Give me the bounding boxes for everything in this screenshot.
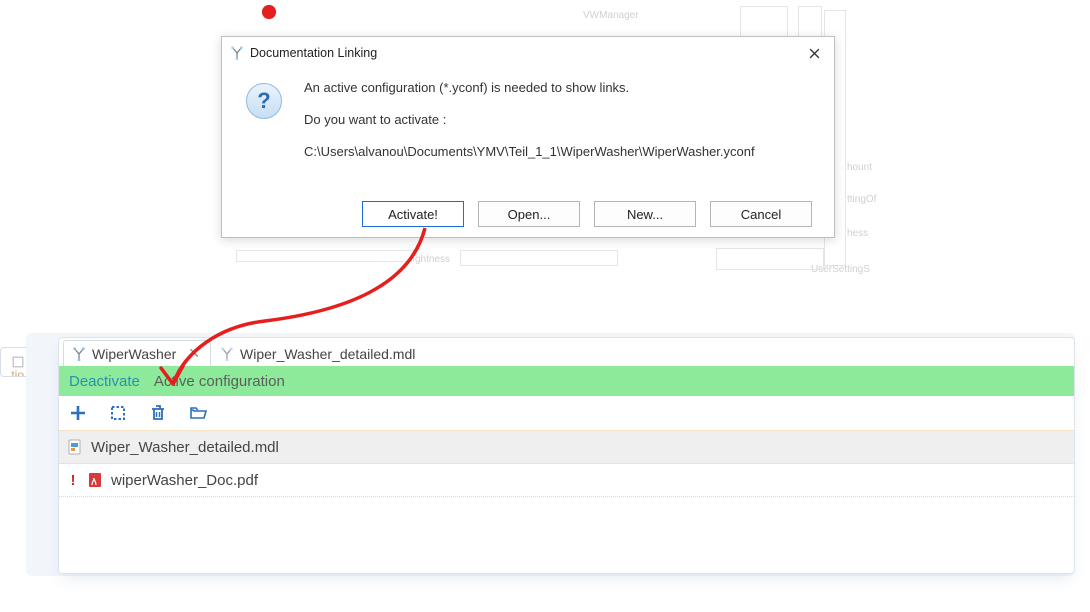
bg-fragment: hount [844, 160, 875, 175]
add-button[interactable] [69, 404, 87, 422]
active-configuration-label: Active configuration [154, 373, 285, 390]
tab-label: Wiper_Washer_detailed.mdl [240, 346, 415, 362]
bg-fragment [236, 250, 414, 262]
dialog-app-icon [230, 46, 244, 60]
editor-tabbar: WiperWasher ✕ Wiper_Washer_detailed.mdl [59, 338, 1074, 366]
file-name: wiperWasher_Doc.pdf [111, 472, 258, 489]
tab-close-button[interactable]: ✕ [186, 345, 202, 362]
cancel-button[interactable]: Cancel [710, 201, 812, 227]
warning-icon: ! [67, 472, 79, 489]
tab-wiperwasher[interactable]: WiperWasher ✕ [63, 340, 211, 366]
question-icon: ? [246, 83, 282, 119]
deactivate-link[interactable]: Deactivate [69, 373, 140, 390]
file-list: Wiper_Washer_detailed.mdl ! wiperWasher_… [59, 430, 1074, 573]
editor-panel-backdrop: WiperWasher ✕ Wiper_Washer_detailed.mdl … [26, 333, 1075, 576]
side-tab-fragment-text: tio [11, 368, 24, 377]
bg-fragment: ttingOf [844, 192, 879, 207]
tab-detailed-mdl[interactable]: Wiper_Washer_detailed.mdl [211, 341, 424, 366]
editor-panel: WiperWasher ✕ Wiper_Washer_detailed.mdl … [58, 337, 1075, 574]
side-tab-fragment: tio [0, 347, 26, 377]
delete-button[interactable] [149, 404, 167, 422]
file-row-pdf[interactable]: ! wiperWasher_Doc.pdf [59, 464, 1074, 497]
editor-toolbar [59, 396, 1074, 430]
pdf-file-icon [87, 472, 103, 488]
yconf-icon [72, 347, 86, 361]
dialog-title-bar: Documentation Linking [222, 37, 834, 65]
file-row-mdl[interactable]: Wiper_Washer_detailed.mdl [59, 431, 1074, 464]
bg-fragment [716, 248, 824, 270]
bg-fragment: ghtness [412, 252, 453, 267]
dialog-close-button[interactable] [800, 42, 828, 64]
select-all-button[interactable] [109, 404, 127, 422]
dialog-message-line: An active configuration (*.yconf) is nee… [304, 79, 755, 97]
dialog-message-line: Do you want to activate : [304, 111, 755, 129]
dialog-title: Documentation Linking [250, 46, 800, 60]
open-folder-button[interactable] [189, 404, 207, 422]
bg-fragment: VWManager [580, 8, 642, 23]
yconf-icon [220, 347, 234, 361]
bg-fragment: hess [844, 226, 871, 241]
open-button[interactable]: Open... [478, 201, 580, 227]
file-name: Wiper_Washer_detailed.mdl [91, 439, 279, 456]
documentation-linking-dialog: Documentation Linking ? An active config… [221, 36, 835, 238]
dialog-button-row: Activate! Open... New... Cancel [222, 193, 834, 237]
bg-fragment [460, 250, 618, 266]
dialog-message: An active configuration (*.yconf) is nee… [304, 79, 755, 193]
mdl-file-icon [67, 439, 83, 455]
new-button[interactable]: New... [594, 201, 696, 227]
annotation-dot [262, 5, 276, 19]
tab-label: WiperWasher [92, 346, 176, 362]
configuration-status-bar: Deactivate Active configuration [59, 366, 1074, 396]
dialog-path: C:\Users\alvanou\Documents\YMV\Teil_1_1\… [304, 143, 755, 161]
activate-button[interactable]: Activate! [362, 201, 464, 227]
